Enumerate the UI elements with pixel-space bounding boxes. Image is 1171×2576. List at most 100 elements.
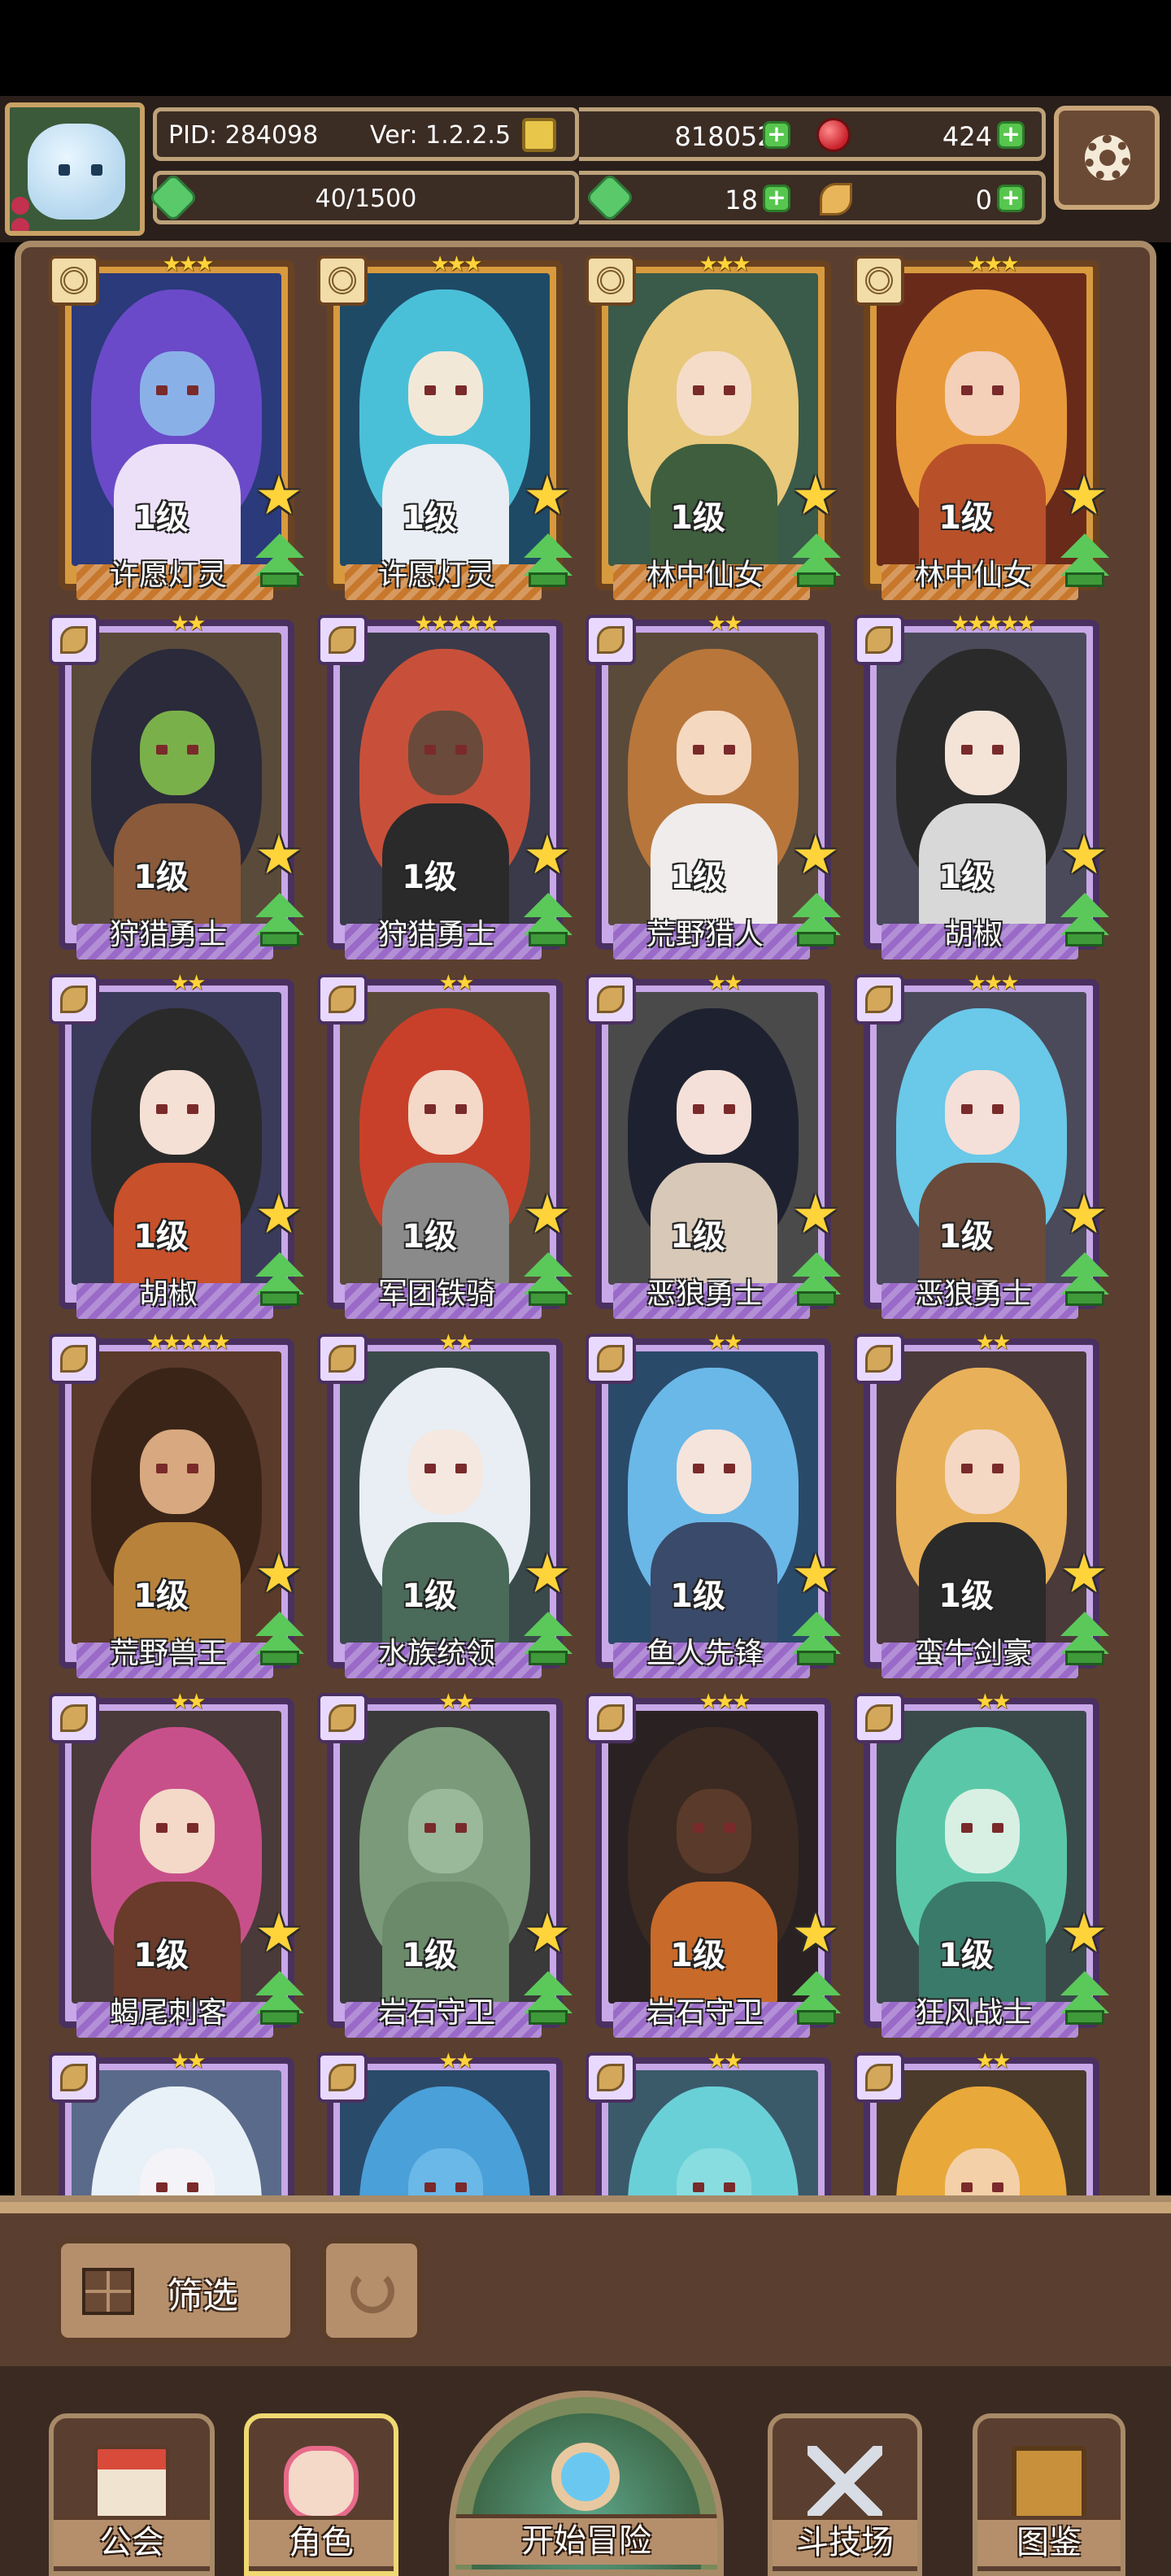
character-card[interactable]: ★★ 1级 蝎尾刺客 ★: [47, 1690, 304, 2038]
add-gem-button[interactable]: +: [997, 121, 1025, 149]
gold-rarity-badge: [317, 255, 368, 306]
star-upgrade-icon[interactable]: ★: [252, 1547, 306, 1602]
character-card[interactable]: ★★ 1级 水族统领 ★: [316, 1330, 572, 1678]
feather-class-icon: [60, 986, 88, 1013]
character-card[interactable]: ★★★★★ 1级 荒野兽王 ★: [47, 1330, 304, 1678]
character-grid[interactable]: ★★★ 1级 许愿灯灵 ★ ★★★ 1级 许愿灯灵 ★ ★★★ 1级 林中仙女 ★ ★★★ 1级 林中仙女 ★…: [47, 255, 1129, 2195]
level-up-icon[interactable]: [1060, 891, 1111, 948]
refresh-button[interactable]: [320, 2238, 423, 2343]
nav-tab-codex[interactable]: 图鉴: [973, 2413, 1125, 2576]
character-card[interactable]: ★★★★★ 1级 胡椒 ★: [852, 611, 1109, 959]
character-level: 1级: [133, 1577, 189, 1615]
game-version: Ver: 1.2.2.5: [370, 121, 511, 150]
star-upgrade-icon[interactable]: ★: [789, 829, 842, 883]
level-up-icon[interactable]: [255, 1251, 306, 1308]
character-card[interactable]: ★★ 1级 狩猎勇士 ★: [47, 611, 304, 959]
level-up-icon[interactable]: [255, 891, 306, 948]
star-upgrade-icon[interactable]: ★: [789, 1547, 842, 1602]
character-card[interactable]: ★★ 1级 岩石守卫 ★: [316, 1690, 572, 2038]
nav-tab-character[interactable]: 角色: [244, 2413, 398, 2576]
star-upgrade-icon[interactable]: ★: [789, 1907, 842, 1961]
star-upgrade-icon[interactable]: ★: [520, 469, 574, 524]
star-upgrade-icon[interactable]: ★: [252, 469, 306, 524]
portrait-eye: [156, 1104, 168, 1114]
purple-rarity-badge: [854, 1334, 904, 1384]
filter-button[interactable]: 筛选: [55, 2238, 296, 2343]
nav-tab-arena[interactable]: 斗技场: [768, 2413, 922, 2576]
star-rating: ★★★: [699, 255, 751, 276]
star-upgrade-icon[interactable]: ★: [520, 1907, 574, 1961]
character-card[interactable]: ★★★ 1级 岩石守卫 ★: [584, 1690, 841, 2038]
feather-count: 0: [975, 185, 992, 215]
character-card[interactable]: ★★★ 1级 林中仙女 ★: [584, 255, 841, 600]
star-upgrade-icon[interactable]: ★: [789, 469, 842, 524]
level-up-icon[interactable]: [792, 1969, 842, 2026]
star-upgrade-icon[interactable]: ★: [1057, 1907, 1111, 1961]
character-card[interactable]: ★★★ 1级 许愿灯灵 ★: [47, 255, 304, 600]
portrait-eye: [693, 1464, 704, 1473]
character-card[interactable]: ★★★: [852, 2049, 1099, 2195]
lamp-class-icon: [597, 267, 625, 294]
level-up-icon[interactable]: [792, 1610, 842, 1667]
nav-tab-adventure[interactable]: 开始冒险: [449, 2391, 724, 2576]
character-card[interactable]: ★★ 1级 鱼人先锋 ★: [584, 1330, 841, 1678]
level-up-icon[interactable]: [524, 1251, 574, 1308]
level-up-icon[interactable]: [524, 1610, 574, 1667]
star-upgrade-icon[interactable]: ★: [252, 1188, 306, 1242]
portrait-eye: [992, 2182, 1003, 2192]
star-upgrade-icon[interactable]: ★: [520, 1547, 574, 1602]
feather-class-icon: [865, 986, 893, 1013]
level-up-icon[interactable]: [255, 532, 306, 589]
character-card[interactable]: ★★★: [316, 2049, 563, 2195]
character-name: 狂风战士: [914, 1996, 1032, 2030]
player-avatar[interactable]: [5, 102, 145, 236]
nav-tab-guild[interactable]: 公会: [49, 2413, 215, 2576]
star-rating: ★★: [438, 971, 475, 995]
character-card[interactable]: ★★ 1级 蛮牛剑豪 ★: [852, 1330, 1109, 1678]
star-upgrade-icon[interactable]: ★: [1057, 1188, 1111, 1242]
add-gold-button[interactable]: +: [763, 121, 790, 149]
character-portrait: [608, 2070, 818, 2195]
level-up-icon[interactable]: [255, 1969, 306, 2026]
character-card[interactable]: ★★★ 1级 林中仙女 ★: [852, 255, 1109, 600]
level-up-icon[interactable]: [255, 1610, 306, 1667]
star-upgrade-icon[interactable]: ★: [789, 1188, 842, 1242]
star-upgrade-icon[interactable]: ★: [520, 1188, 574, 1242]
purple-rarity-badge: [317, 615, 368, 665]
character-card[interactable]: ★★ 1级 军团铁骑 ★: [316, 971, 572, 1319]
star-upgrade-icon[interactable]: ★: [520, 829, 574, 883]
add-feather-button[interactable]: +: [997, 185, 1025, 212]
character-name: 林中仙女: [646, 559, 764, 592]
character-card[interactable]: ★★ 1级 狂风战士 ★: [852, 1690, 1109, 2038]
level-up-icon[interactable]: [1060, 1610, 1111, 1667]
portrait-eye: [724, 1464, 735, 1473]
star-upgrade-icon[interactable]: ★: [1057, 1547, 1111, 1602]
star-upgrade-icon[interactable]: ★: [252, 1907, 306, 1961]
level-up-icon[interactable]: [792, 532, 842, 589]
character-card[interactable]: ★★★★★ 1级 狩猎勇士 ★: [316, 611, 572, 959]
level-up-icon[interactable]: [524, 891, 574, 948]
character-card[interactable]: ★★★: [47, 2049, 294, 2195]
character-card[interactable]: ★★★: [584, 2049, 831, 2195]
star-upgrade-icon[interactable]: ★: [252, 829, 306, 883]
level-up-icon[interactable]: [792, 1251, 842, 1308]
level-up-icon[interactable]: [524, 1969, 574, 2026]
level-up-icon[interactable]: [1060, 1251, 1111, 1308]
level-up-icon[interactable]: [1060, 532, 1111, 589]
character-card[interactable]: ★★ 1级 恶狼勇士 ★: [584, 971, 841, 1319]
character-card[interactable]: ★★ 1级 胡椒 ★: [47, 971, 304, 1319]
character-card[interactable]: ★★ 1级 荒野猎人 ★: [584, 611, 841, 959]
level-up-icon[interactable]: [1060, 1969, 1111, 2026]
character-card[interactable]: ★★★ 1级 许愿灯灵 ★: [316, 255, 572, 600]
character-card[interactable]: ★★★ 1级 恶狼勇士 ★: [852, 971, 1109, 1319]
feather-class-icon: [865, 1704, 893, 1732]
star-upgrade-icon[interactable]: ★: [1057, 469, 1111, 524]
level-up-icon[interactable]: [524, 532, 574, 589]
star-upgrade-icon[interactable]: ★: [1057, 829, 1111, 883]
level-up-icon[interactable]: [792, 891, 842, 948]
portrait-eye: [424, 385, 436, 395]
settings-button[interactable]: [1054, 106, 1160, 210]
add-clover-button[interactable]: +: [763, 185, 790, 212]
portrait-eye: [693, 1104, 704, 1114]
portrait-face: [677, 1429, 751, 1514]
